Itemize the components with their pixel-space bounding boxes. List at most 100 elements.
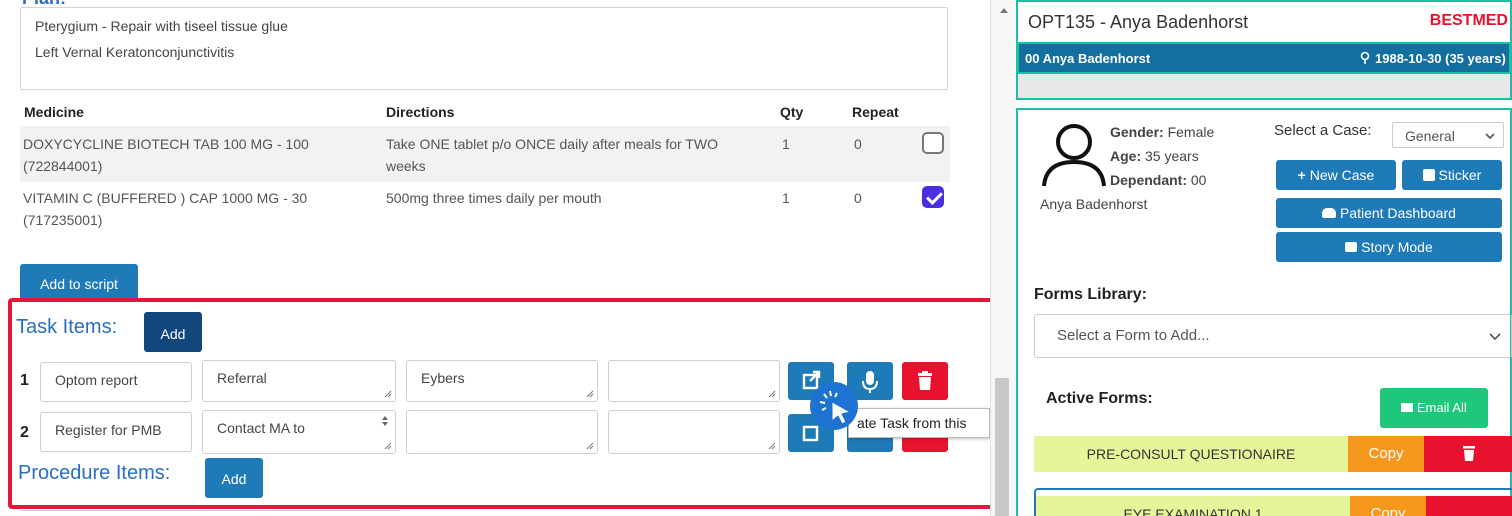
case-select-value: General xyxy=(1405,128,1455,144)
resize-grip-icon[interactable] xyxy=(767,389,776,398)
age-value: 35 years xyxy=(1145,148,1199,164)
patient-dashboard-button[interactable]: Patient Dashboard xyxy=(1276,198,1502,228)
age-label: Age: xyxy=(1110,148,1142,164)
task-notes-textarea[interactable] xyxy=(608,410,780,454)
medicine-column-header: Medicine xyxy=(24,104,84,120)
task-type-textarea[interactable]: Referral xyxy=(202,360,396,402)
medicine-row: DOXYCYCLINE BIOTECH TAB 100 MG - 100 (72… xyxy=(20,126,950,182)
task-name-input[interactable]: Optom report xyxy=(40,362,192,402)
case-select-label: Select a Case: xyxy=(1274,122,1372,139)
chevron-down-icon xyxy=(1489,333,1501,341)
location-pin-icon xyxy=(1360,51,1370,64)
email-all-label: Email All xyxy=(1416,400,1467,415)
sticker-button[interactable]: Sticker xyxy=(1402,160,1502,190)
form-select-placeholder: Select a Form to Add... xyxy=(1057,327,1210,344)
task-name-input[interactable]: Register for PMB xyxy=(40,412,192,452)
resize-grip-icon[interactable] xyxy=(585,441,594,450)
task-number: 2 xyxy=(20,424,29,441)
tooltip: ate Task from this xyxy=(848,408,990,438)
task-assignee-textarea[interactable] xyxy=(406,410,598,454)
user-avatar-icon xyxy=(1042,124,1106,187)
plan-line-2: Left Vernal Keratonconjunctivitis xyxy=(35,44,235,60)
medicine-qty: 1 xyxy=(782,136,790,152)
active-form-row-selected: EYE EXAMINATION 1 Copy xyxy=(1034,488,1512,516)
resize-grip-icon[interactable] xyxy=(585,389,594,398)
tooltip-text: ate Task from this xyxy=(857,415,967,431)
task-notes-textarea[interactable] xyxy=(608,360,780,402)
task-type-text: Contact MA to xyxy=(217,420,305,436)
repeat-column-header: Repeat xyxy=(852,104,899,120)
active-form-name[interactable]: PRE-CONSULT QUESTIONAIRE xyxy=(1034,436,1348,472)
add-to-script-button[interactable]: Add to script xyxy=(20,264,138,302)
chevron-down-icon xyxy=(1485,133,1495,140)
click-indicator xyxy=(810,382,858,430)
add-procedure-button[interactable]: Add xyxy=(205,458,263,498)
task-type-textarea[interactable]: Contact MA to xyxy=(202,410,396,454)
patient-banner-name: 00 Anya Badenhorst xyxy=(1025,51,1151,66)
task-type-text: Referral xyxy=(217,370,267,386)
medicine-directions: 500mg three times daily per mouth xyxy=(386,190,602,206)
gender-value: Female xyxy=(1167,124,1215,140)
medicine-repeat: 0 xyxy=(854,136,862,152)
next-section-edge xyxy=(20,510,400,516)
patient-dashboard-label: Patient Dashboard xyxy=(1339,205,1456,221)
spin-arrows-icon[interactable] xyxy=(381,415,389,427)
medicine-directions: Take ONE tablet p/o ONCE daily after mea… xyxy=(386,136,718,152)
task-assignee-textarea[interactable]: Eybers xyxy=(406,360,598,402)
medicine-row: VITAMIN C (BUFFERED ) CAP 1000 MG - 30 (… xyxy=(20,182,950,236)
new-case-button[interactable]: + New Case xyxy=(1276,160,1396,190)
task-number: 1 xyxy=(20,372,29,389)
email-all-button[interactable]: Email All xyxy=(1380,388,1488,428)
copy-form-button[interactable]: Copy xyxy=(1348,436,1424,472)
case-select[interactable]: General xyxy=(1392,122,1504,148)
scroll-up-arrow-icon[interactable] xyxy=(999,6,1009,14)
plan-line-1: Pterygium - Repair with tiseel tissue gl… xyxy=(35,18,288,34)
patient-banner[interactable]: 00 Anya Badenhorst 1988-10-30 (35 years) xyxy=(1017,42,1511,74)
directions-column-header: Directions xyxy=(386,104,455,120)
story-mode-button[interactable]: Story Mode xyxy=(1276,232,1502,262)
resize-grip-icon[interactable] xyxy=(383,389,392,398)
medicine-directions-cont: weeks xyxy=(386,158,426,174)
medicine-select-checkbox[interactable] xyxy=(922,186,944,208)
resize-grip-icon[interactable] xyxy=(767,441,776,450)
plus-icon: + xyxy=(1297,167,1306,183)
envelope-icon xyxy=(1401,403,1414,412)
patient-full-name: Anya Badenhorst xyxy=(1040,196,1148,212)
medicine-code: (717235001) xyxy=(23,212,103,228)
plan-textarea[interactable]: Pterygium - Repair with tiseel tissue gl… xyxy=(20,7,948,90)
users-icon xyxy=(1322,208,1337,218)
gender-line: Gender: Female xyxy=(1110,124,1214,140)
delete-task-button[interactable] xyxy=(902,362,948,400)
medicine-repeat: 0 xyxy=(854,190,862,206)
resize-grip-icon[interactable] xyxy=(383,441,392,450)
dependant-value: 00 xyxy=(1190,172,1207,188)
medical-aid-name: BESTMED xyxy=(1429,12,1508,29)
procedure-items-title: Procedure Items: xyxy=(18,462,171,484)
active-form-name[interactable]: EYE EXAMINATION 1 xyxy=(1036,496,1350,516)
patient-banner-footer xyxy=(1018,74,1510,98)
cursor-pointer-icon xyxy=(819,390,852,425)
delete-form-button[interactable] xyxy=(1426,496,1512,516)
patient-dob: 1988-10-30 (35 years) xyxy=(1375,51,1506,66)
trash-icon xyxy=(918,371,932,390)
medicine-select-checkbox[interactable] xyxy=(922,132,944,154)
medicine-name: VITAMIN C (BUFFERED ) CAP 1000 MG - 30 xyxy=(23,190,308,206)
story-mode-label: Story Mode xyxy=(1361,239,1433,255)
copy-form-button[interactable]: Copy xyxy=(1350,496,1426,516)
task-items-title: Task Items: xyxy=(16,316,118,338)
new-case-label: New Case xyxy=(1309,167,1375,183)
patient-info-card: Gender: Female Age: 35 years Dependant: … xyxy=(1016,108,1512,516)
qty-column-header: Qty xyxy=(780,104,804,120)
medicine-name: DOXYCYCLINE BIOTECH TAB 100 MG - 100 xyxy=(23,136,309,152)
id-card-icon xyxy=(1422,169,1435,181)
dependant-line: Dependant: 00 xyxy=(1110,172,1206,188)
medicine-qty: 1 xyxy=(782,190,790,206)
scrollbar-thumb[interactable] xyxy=(995,378,1009,516)
dependant-label: Dependant: xyxy=(1110,172,1187,188)
add-task-button[interactable]: Add xyxy=(144,312,202,352)
task-assignee-text: Eybers xyxy=(421,370,465,386)
delete-form-button[interactable] xyxy=(1424,436,1512,472)
form-select[interactable]: Select a Form to Add... xyxy=(1034,314,1512,358)
sticker-label: Sticker xyxy=(1438,167,1482,183)
active-form-row: PRE-CONSULT QUESTIONAIRE Copy xyxy=(1034,436,1512,472)
